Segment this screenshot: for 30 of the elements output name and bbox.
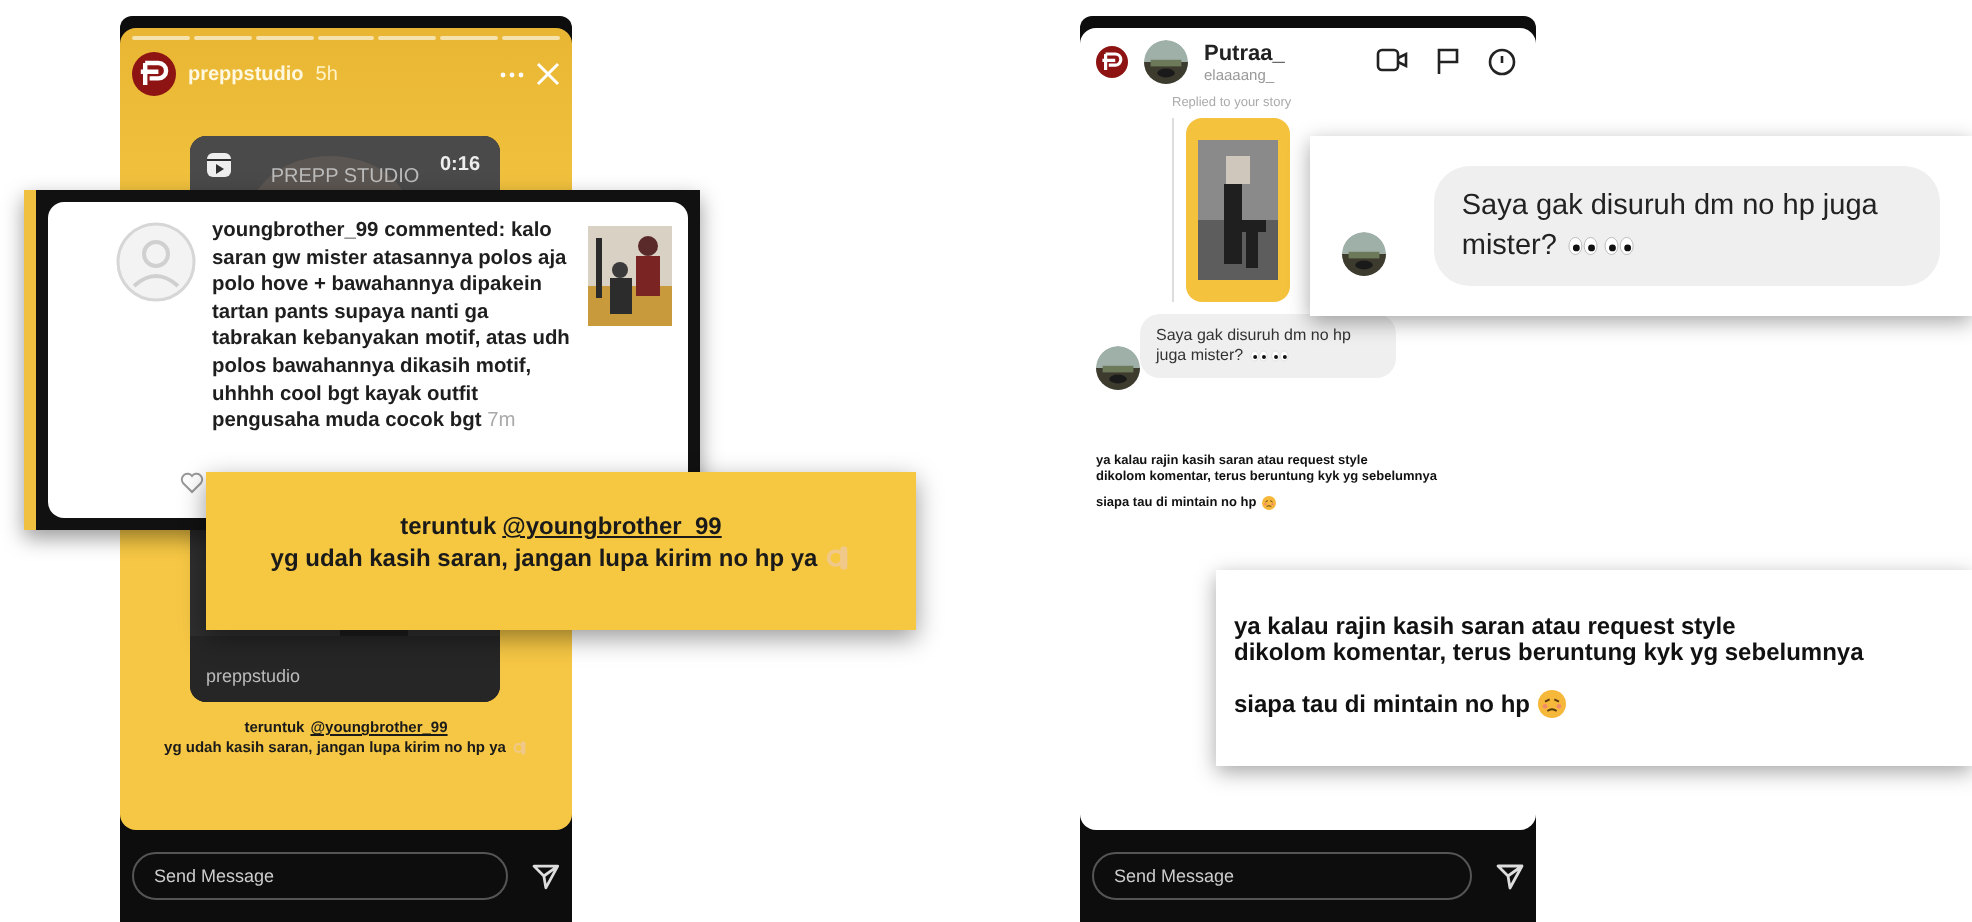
face-emoji-icon <box>1538 690 1567 718</box>
video-call-icon[interactable] <box>1376 48 1408 72</box>
clock-icon[interactable] <box>1488 48 1516 76</box>
caption-text: teruntuk <box>400 512 497 540</box>
story-text-line: ya kalau rajin kasih saran atau request style <box>1234 614 1738 640</box>
video-account: preppstudio <box>206 666 301 686</box>
reels-icon <box>206 152 232 178</box>
avatar-icon <box>116 222 196 302</box>
brand-logo-icon <box>132 52 176 96</box>
comment-text: youngbrother_99 commented: kalo saran gw mister atasannya polos aja polo hove + bawahannya dipakein tartan pants supaya nanti ga tabrakan kebanyakan motif, atas udh polos bawahannya dikasih motif, uhhhh cool bgt kayak outfit pengusaha muda cocok bgt 7m <box>212 218 572 437</box>
brand-logo-icon <box>1096 46 1128 78</box>
flag-icon[interactable] <box>1436 48 1460 74</box>
message-bubble: Saya gak disuruh dm no hp juga mister? <box>1140 314 1396 378</box>
account-name[interactable]: Putraa_ <box>1204 41 1285 65</box>
video-title: PREPP STUDIO <box>268 166 422 188</box>
eyes-icon <box>1247 349 1292 362</box>
story-thumbnail[interactable] <box>1186 118 1290 302</box>
send-icon[interactable] <box>1496 862 1524 890</box>
face-emoji-icon <box>1262 496 1277 511</box>
caption-text: yg udah kasih saran, jangan lupa kirim no hp ya <box>270 544 818 572</box>
message-field[interactable]: Send Message <box>1092 852 1472 900</box>
story-text-line: siapa tau di mintain no hp <box>1234 691 1531 717</box>
message-field[interactable]: Send Message <box>132 852 509 900</box>
post-time: 5h <box>315 63 338 85</box>
heart-icon[interactable] <box>180 472 204 494</box>
message-bubble: Saya gak disuruh dm no hp juga mister? <box>1433 166 1940 286</box>
story-text-line: dikolom komentar, terus beruntung kyk yg sebelumnya <box>1234 640 1866 666</box>
mention-link[interactable]: @youngbrother_99 <box>502 512 722 540</box>
send-icon[interactable] <box>532 862 560 890</box>
video-duration: 0:16 <box>439 154 480 176</box>
